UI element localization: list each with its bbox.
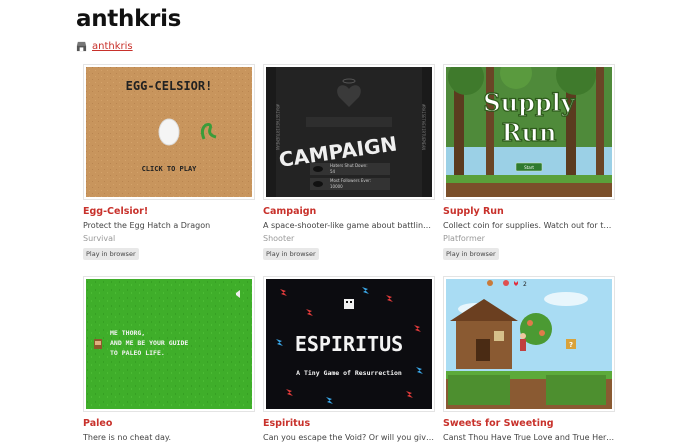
game-title[interactable]: Paleo — [83, 418, 255, 429]
art-line2: AND ME BE YOUR GUIDE — [110, 339, 188, 347]
art-caption: CLICK TO PLAY — [142, 165, 198, 173]
game-thumbnail[interactable]: ESPIRITUS A Tiny Game of Resurrection — [263, 276, 435, 412]
art-row1-value: 54 — [330, 169, 336, 174]
svg-text:?: ? — [569, 341, 573, 349]
game-description: Collect coin for supplies. Watch out for… — [443, 221, 615, 230]
user-profile-link[interactable]: anthkris — [92, 41, 133, 52]
game-description: Protect the Egg Hatch a Dragon — [83, 221, 211, 230]
art-heading: EGG-CELSIOR! — [126, 79, 213, 93]
art-subtitle: A Tiny Game of Resurrection — [296, 369, 402, 377]
game-cover-art: ESPIRITUS A Tiny Game of Resurrection — [266, 279, 432, 409]
game-title[interactable]: Espiritus — [263, 418, 435, 429]
game-description: Can you escape the Void? Or will you giv… — [263, 433, 435, 442]
game-thumbnail[interactable]: Supply Run Start — [443, 64, 615, 200]
platform-badge: Play in browser — [83, 248, 139, 260]
game-card: EGG-CELSIOR! CLICK TO PLAY Egg-Celsior! … — [83, 64, 255, 261]
art-row2-value: 10000 — [330, 184, 343, 189]
art-row2: Most Followers Ever: — [330, 178, 371, 183]
art-heading: ESPIRITUS — [295, 332, 403, 356]
storefront-icon — [76, 41, 87, 52]
game-title[interactable]: Egg-Celsior! — [83, 206, 255, 217]
game-thumbnail[interactable]: EGG-CELSIOR! CLICK TO PLAY — [83, 64, 255, 200]
platform-badge: Play in browser — [443, 248, 499, 260]
game-description: There is no cheat day. — [83, 433, 171, 442]
art-heading-line2: Run — [502, 118, 557, 147]
art-side-text: #RAISETHEVIRTUEMEAN — [421, 104, 426, 150]
game-cover-art: CAMPAIGN #RAISETHEVIRTUEMEAN #RAISETHEVI… — [266, 67, 432, 197]
user-row: anthkris — [76, 41, 133, 52]
game-cover-art: ME THORG, AND ME BE YOUR GUIDE TO PALEO … — [86, 279, 252, 409]
page-title: anthkris — [76, 6, 182, 32]
game-title[interactable]: Supply Run — [443, 206, 615, 217]
game-thumbnail[interactable]: ? 2 — [443, 276, 615, 412]
game-genre: Survival — [83, 234, 116, 243]
platform-badge: Play in browser — [263, 248, 319, 260]
art-hud-value: 2 — [523, 281, 527, 288]
game-cover-art: ? 2 — [446, 279, 612, 409]
game-card: Supply Run Start Supply Run Collect coin… — [443, 64, 615, 261]
game-cover-art: EGG-CELSIOR! CLICK TO PLAY — [86, 67, 252, 197]
game-thumbnail[interactable]: CAMPAIGN #RAISETHEVIRTUEMEAN #RAISETHEVI… — [263, 64, 435, 200]
art-side-text: #RAISETHEVIRTUEMEAN — [275, 104, 280, 150]
game-card: ? 2 Sweets for Sweeting Canst Thou Have … — [443, 276, 615, 442]
game-genre: Platformer — [443, 234, 485, 243]
art-line3: TO PALEO LIFE. — [110, 349, 165, 357]
game-description: Canst Thou Have True Love and True Heroi… — [443, 433, 615, 442]
art-heading-line1: Supply — [483, 88, 575, 117]
game-card: CAMPAIGN #RAISETHEVIRTUEMEAN #RAISETHEVI… — [263, 64, 435, 261]
game-description: A space-shooter-like game about battling… — [263, 221, 435, 230]
game-card: ESPIRITUS A Tiny Game of Resurrection Es… — [263, 276, 435, 442]
art-start-button: Start — [524, 165, 534, 170]
game-cover-art: Supply Run Start — [446, 67, 612, 197]
game-title[interactable]: Campaign — [263, 206, 435, 217]
art-line1: ME THORG, — [110, 329, 145, 337]
game-title[interactable]: Sweets for Sweeting — [443, 418, 615, 429]
game-thumbnail[interactable]: ME THORG, AND ME BE YOUR GUIDE TO PALEO … — [83, 276, 255, 412]
game-genre: Shooter — [263, 234, 295, 243]
art-row1: Haters Shut Down: — [330, 163, 368, 168]
game-card: ME THORG, AND ME BE YOUR GUIDE TO PALEO … — [83, 276, 255, 442]
